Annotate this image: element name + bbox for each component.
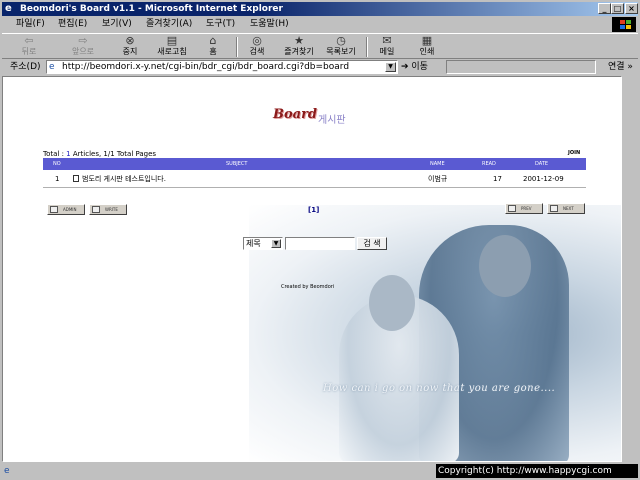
chevron-down-icon[interactable]: ▼ (271, 239, 281, 248)
col-subject: SUBJECT (226, 161, 248, 167)
next-icon (550, 205, 558, 212)
print-icon: ▦ (421, 34, 433, 47)
forward-arrow-icon: ⇨ (78, 34, 88, 47)
ie-page-icon: e (4, 466, 10, 476)
address-input[interactable]: e http://beomdori.x-y.net/cgi-bin/bdr_cg… (46, 60, 398, 74)
col-date: DATE (535, 161, 549, 167)
windows-logo-icon (612, 17, 636, 32)
search-icon: ◎ (252, 34, 262, 47)
col-no: NO (53, 161, 61, 167)
toolbar-separator (236, 37, 238, 57)
address-label: 주소(D) (10, 62, 41, 72)
mail-button[interactable]: ✉ 메일 (374, 35, 400, 59)
history-button[interactable]: ◷ 목록보기 (322, 35, 360, 59)
article-count: Total : 1 Articles, 1/1 Total Pages (43, 150, 157, 158)
prev-button[interactable]: PREV (505, 203, 543, 214)
search-button[interactable]: ◎ 검색 (244, 35, 270, 59)
home-icon: ⌂ (209, 34, 217, 47)
print-button[interactable]: ▦ 인쇄 (414, 35, 440, 59)
menu-help[interactable]: 도움말(H) (250, 18, 289, 30)
write-button[interactable]: WRITE (89, 204, 127, 215)
close-button[interactable]: × (625, 3, 638, 14)
scrollbar-track[interactable] (623, 76, 638, 462)
refresh-button[interactable]: ▤ 새로고침 (152, 35, 192, 59)
toolbar-separator (366, 37, 368, 57)
photo-caption: How can i go on now that you are gone...… (323, 383, 556, 394)
menu-favorites[interactable]: 즐겨찾기(A) (146, 18, 192, 30)
document-icon (73, 175, 79, 182)
status-bar: e Copyright(c) http://www.happycgi.com (2, 464, 638, 478)
page-icon: e (49, 62, 55, 72)
back-button[interactable]: ⇦ 뒤로 (12, 35, 46, 59)
admin-button[interactable]: ADMIN (47, 204, 85, 215)
col-name: NAME (430, 161, 445, 167)
row-no: 1 (55, 175, 60, 183)
forward-button[interactable]: ⇨ 앞으로 (66, 35, 100, 59)
menu-edit[interactable]: 편집(E) (58, 18, 87, 30)
stop-button[interactable]: ⊗ 중지 (116, 35, 144, 59)
join-link[interactable]: JOIN (568, 150, 580, 156)
prev-icon (508, 205, 516, 212)
row-read: 17 (493, 175, 502, 183)
row-date: 2001-12-09 (523, 175, 564, 183)
copyright-text: Copyright(c) http://www.happycgi.com (436, 464, 638, 478)
search-input[interactable] (285, 237, 355, 250)
page-content: How can i go on now that you are gone...… (2, 76, 622, 462)
ie-icon: e (5, 3, 12, 14)
go-button[interactable]: ➔ 이동 (401, 61, 428, 73)
col-read: READ (482, 161, 496, 167)
table-header: NO SUBJECT NAME READ DATE (43, 158, 586, 170)
window-title: Beomdori's Board v1.1 - Microsoft Intern… (20, 4, 283, 14)
back-arrow-icon: ⇦ (24, 34, 34, 47)
table-row[interactable]: 1 범도리 게시판 테스트입니다. 이범규 17 2001-12-09 (43, 173, 586, 185)
row-name[interactable]: 이범규 (428, 173, 447, 185)
menu-view[interactable]: 보기(V) (102, 18, 132, 30)
admin-icon (50, 206, 58, 213)
search-submit-button[interactable]: 검 색 (357, 237, 387, 250)
search-field-select[interactable]: 제목 ▼ (243, 237, 283, 250)
row-subject[interactable]: 범도리 게시판 테스트입니다. (73, 173, 166, 185)
title-bar: e Beomdori's Board v1.1 - Microsoft Inte… (2, 2, 638, 16)
write-icon (92, 206, 100, 213)
minimize-button[interactable]: _ (598, 3, 611, 14)
address-bar: 주소(D) e http://beomdori.x-y.net/cgi-bin/… (2, 60, 638, 74)
browser-window: e Beomdori's Board v1.1 - Microsoft Inte… (0, 0, 640, 480)
history-icon: ◷ (336, 34, 346, 47)
page-link[interactable]: [1] (308, 206, 319, 214)
refresh-icon: ▤ (166, 34, 178, 47)
next-button[interactable]: NEXT (547, 203, 585, 214)
menu-file[interactable]: 파일(F) (16, 18, 45, 30)
created-by: Created by Beomdori (281, 284, 335, 290)
toolbar: ⇦ 뒤로 ⇨ 앞으로 ⊗ 중지 ▤ 새로고침 ⌂ 홈 ◎ 검색 ★ 즐겨찾기 ◷ (2, 33, 638, 59)
row-divider (43, 187, 586, 188)
links-button[interactable]: 연결 » (608, 61, 633, 73)
menu-bar: 파일(F) 편집(E) 보기(V) 즐겨찾기(A) 도구(T) 도움말(H) (2, 17, 638, 32)
home-button[interactable]: ⌂ 홈 (200, 35, 226, 59)
maximize-button[interactable]: □ (611, 3, 624, 14)
board-logo: Board게시판 (273, 107, 346, 126)
menu-tools[interactable]: 도구(T) (206, 18, 235, 30)
favorites-icon: ★ (294, 34, 304, 47)
links-toolbar (446, 60, 596, 74)
address-dropdown-button[interactable]: ▼ (385, 62, 396, 72)
favorites-button[interactable]: ★ 즐겨찾기 (280, 35, 318, 59)
mail-icon: ✉ (382, 34, 392, 47)
stop-icon: ⊗ (125, 34, 135, 47)
address-url[interactable]: http://beomdori.x-y.net/cgi-bin/bdr_cgi/… (62, 62, 349, 73)
